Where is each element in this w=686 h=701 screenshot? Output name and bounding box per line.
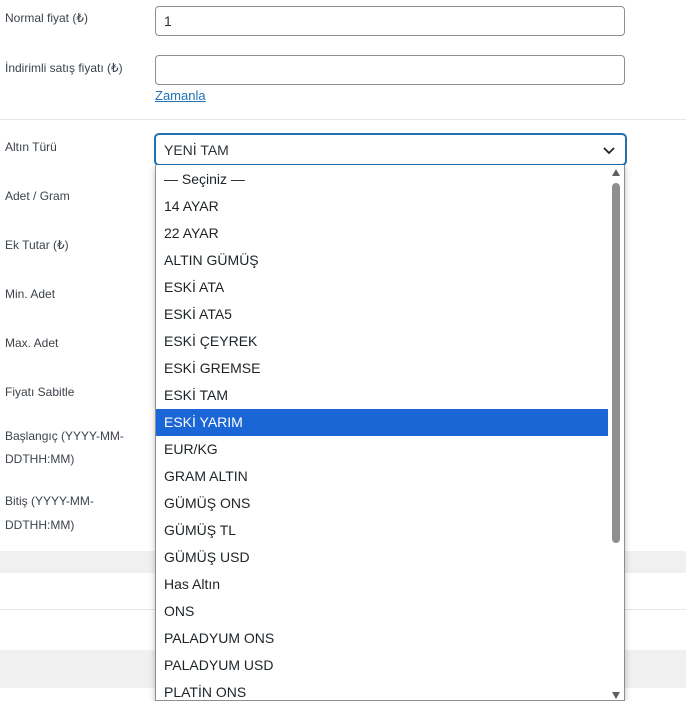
dropdown-option[interactable]: ESKİ ATA5 bbox=[156, 301, 609, 328]
end-label-line2: DDTHH:MM) bbox=[5, 518, 75, 532]
scrollbar-thumb[interactable] bbox=[612, 183, 620, 543]
start-label-line1: Başlangıç (YYYY-MM- bbox=[5, 429, 124, 443]
gold-type-select[interactable]: YENİ TAM bbox=[155, 134, 626, 165]
regular-price-label: Normal fiyat (₺) bbox=[5, 11, 88, 25]
dropdown-option[interactable]: Has Altın bbox=[156, 571, 609, 598]
gold-type-label: Altın Türü bbox=[5, 140, 57, 154]
gold-type-dropdown[interactable]: — Seçiniz —14 AYAR 22 AYAR ALTIN GÜMÜŞ ESKİ… bbox=[155, 165, 625, 701]
section-divider bbox=[0, 119, 686, 120]
dropdown-option[interactable]: ESKİ ATA bbox=[156, 274, 609, 301]
chevron-down-icon bbox=[603, 147, 615, 155]
dropdown-option[interactable]: — Seçiniz — bbox=[156, 166, 609, 193]
dropdown-option[interactable]: ESKİ YARIM bbox=[156, 409, 609, 436]
unit-gram-label: Adet / Gram bbox=[5, 189, 70, 203]
min-qty-label: Min. Adet bbox=[5, 287, 56, 301]
dropdown-option[interactable]: 22 AYAR bbox=[156, 220, 609, 247]
schedule-link[interactable]: Zamanla bbox=[155, 88, 206, 103]
scroll-down-icon[interactable] bbox=[612, 692, 620, 699]
gold-type-selected-value: YENİ TAM bbox=[164, 142, 229, 158]
dropdown-option[interactable]: EUR/KG bbox=[156, 436, 609, 463]
dropdown-option[interactable]: 14 AYAR bbox=[156, 193, 609, 220]
dropdown-option[interactable]: GRAM ALTIN bbox=[156, 463, 609, 490]
extra-amount-label: Ek Tutar (₺) bbox=[5, 238, 69, 252]
scroll-up-icon[interactable] bbox=[612, 169, 620, 176]
dropdown-option[interactable]: ALTIN GÜMÜŞ bbox=[156, 247, 609, 274]
sale-price-label: İndirimli satış fiyatı (₺) bbox=[5, 61, 123, 75]
max-qty-label: Max. Adet bbox=[5, 336, 59, 350]
dropdown-option[interactable]: ESKİ GREMSE bbox=[156, 355, 609, 382]
dropdown-option[interactable]: ESKİ ÇEYREK bbox=[156, 328, 609, 355]
sale-price-input[interactable] bbox=[155, 55, 625, 85]
dropdown-scrollbar[interactable] bbox=[608, 165, 624, 700]
end-label-line1: Bitiş (YYYY-MM- bbox=[5, 494, 94, 508]
dropdown-option[interactable]: GÜMÜŞ USD bbox=[156, 544, 609, 571]
dropdown-option[interactable]: ESKİ TAM bbox=[156, 382, 609, 409]
dropdown-option[interactable]: ONS bbox=[156, 598, 609, 625]
dropdown-option[interactable]: PALADYUM ONS bbox=[156, 625, 609, 652]
start-label-line2: DDTHH:MM) bbox=[5, 452, 75, 466]
dropdown-option[interactable]: GÜMÜŞ ONS bbox=[156, 490, 609, 517]
dropdown-option[interactable]: GÜMÜŞ TL bbox=[156, 517, 609, 544]
dropdown-option[interactable]: PALADYUM USD bbox=[156, 652, 609, 679]
dropdown-option[interactable]: PLATİN ONS bbox=[156, 679, 609, 700]
fixed-price-label: Fiyatı Sabitle bbox=[5, 385, 75, 399]
regular-price-input[interactable]: 1 bbox=[155, 6, 625, 36]
